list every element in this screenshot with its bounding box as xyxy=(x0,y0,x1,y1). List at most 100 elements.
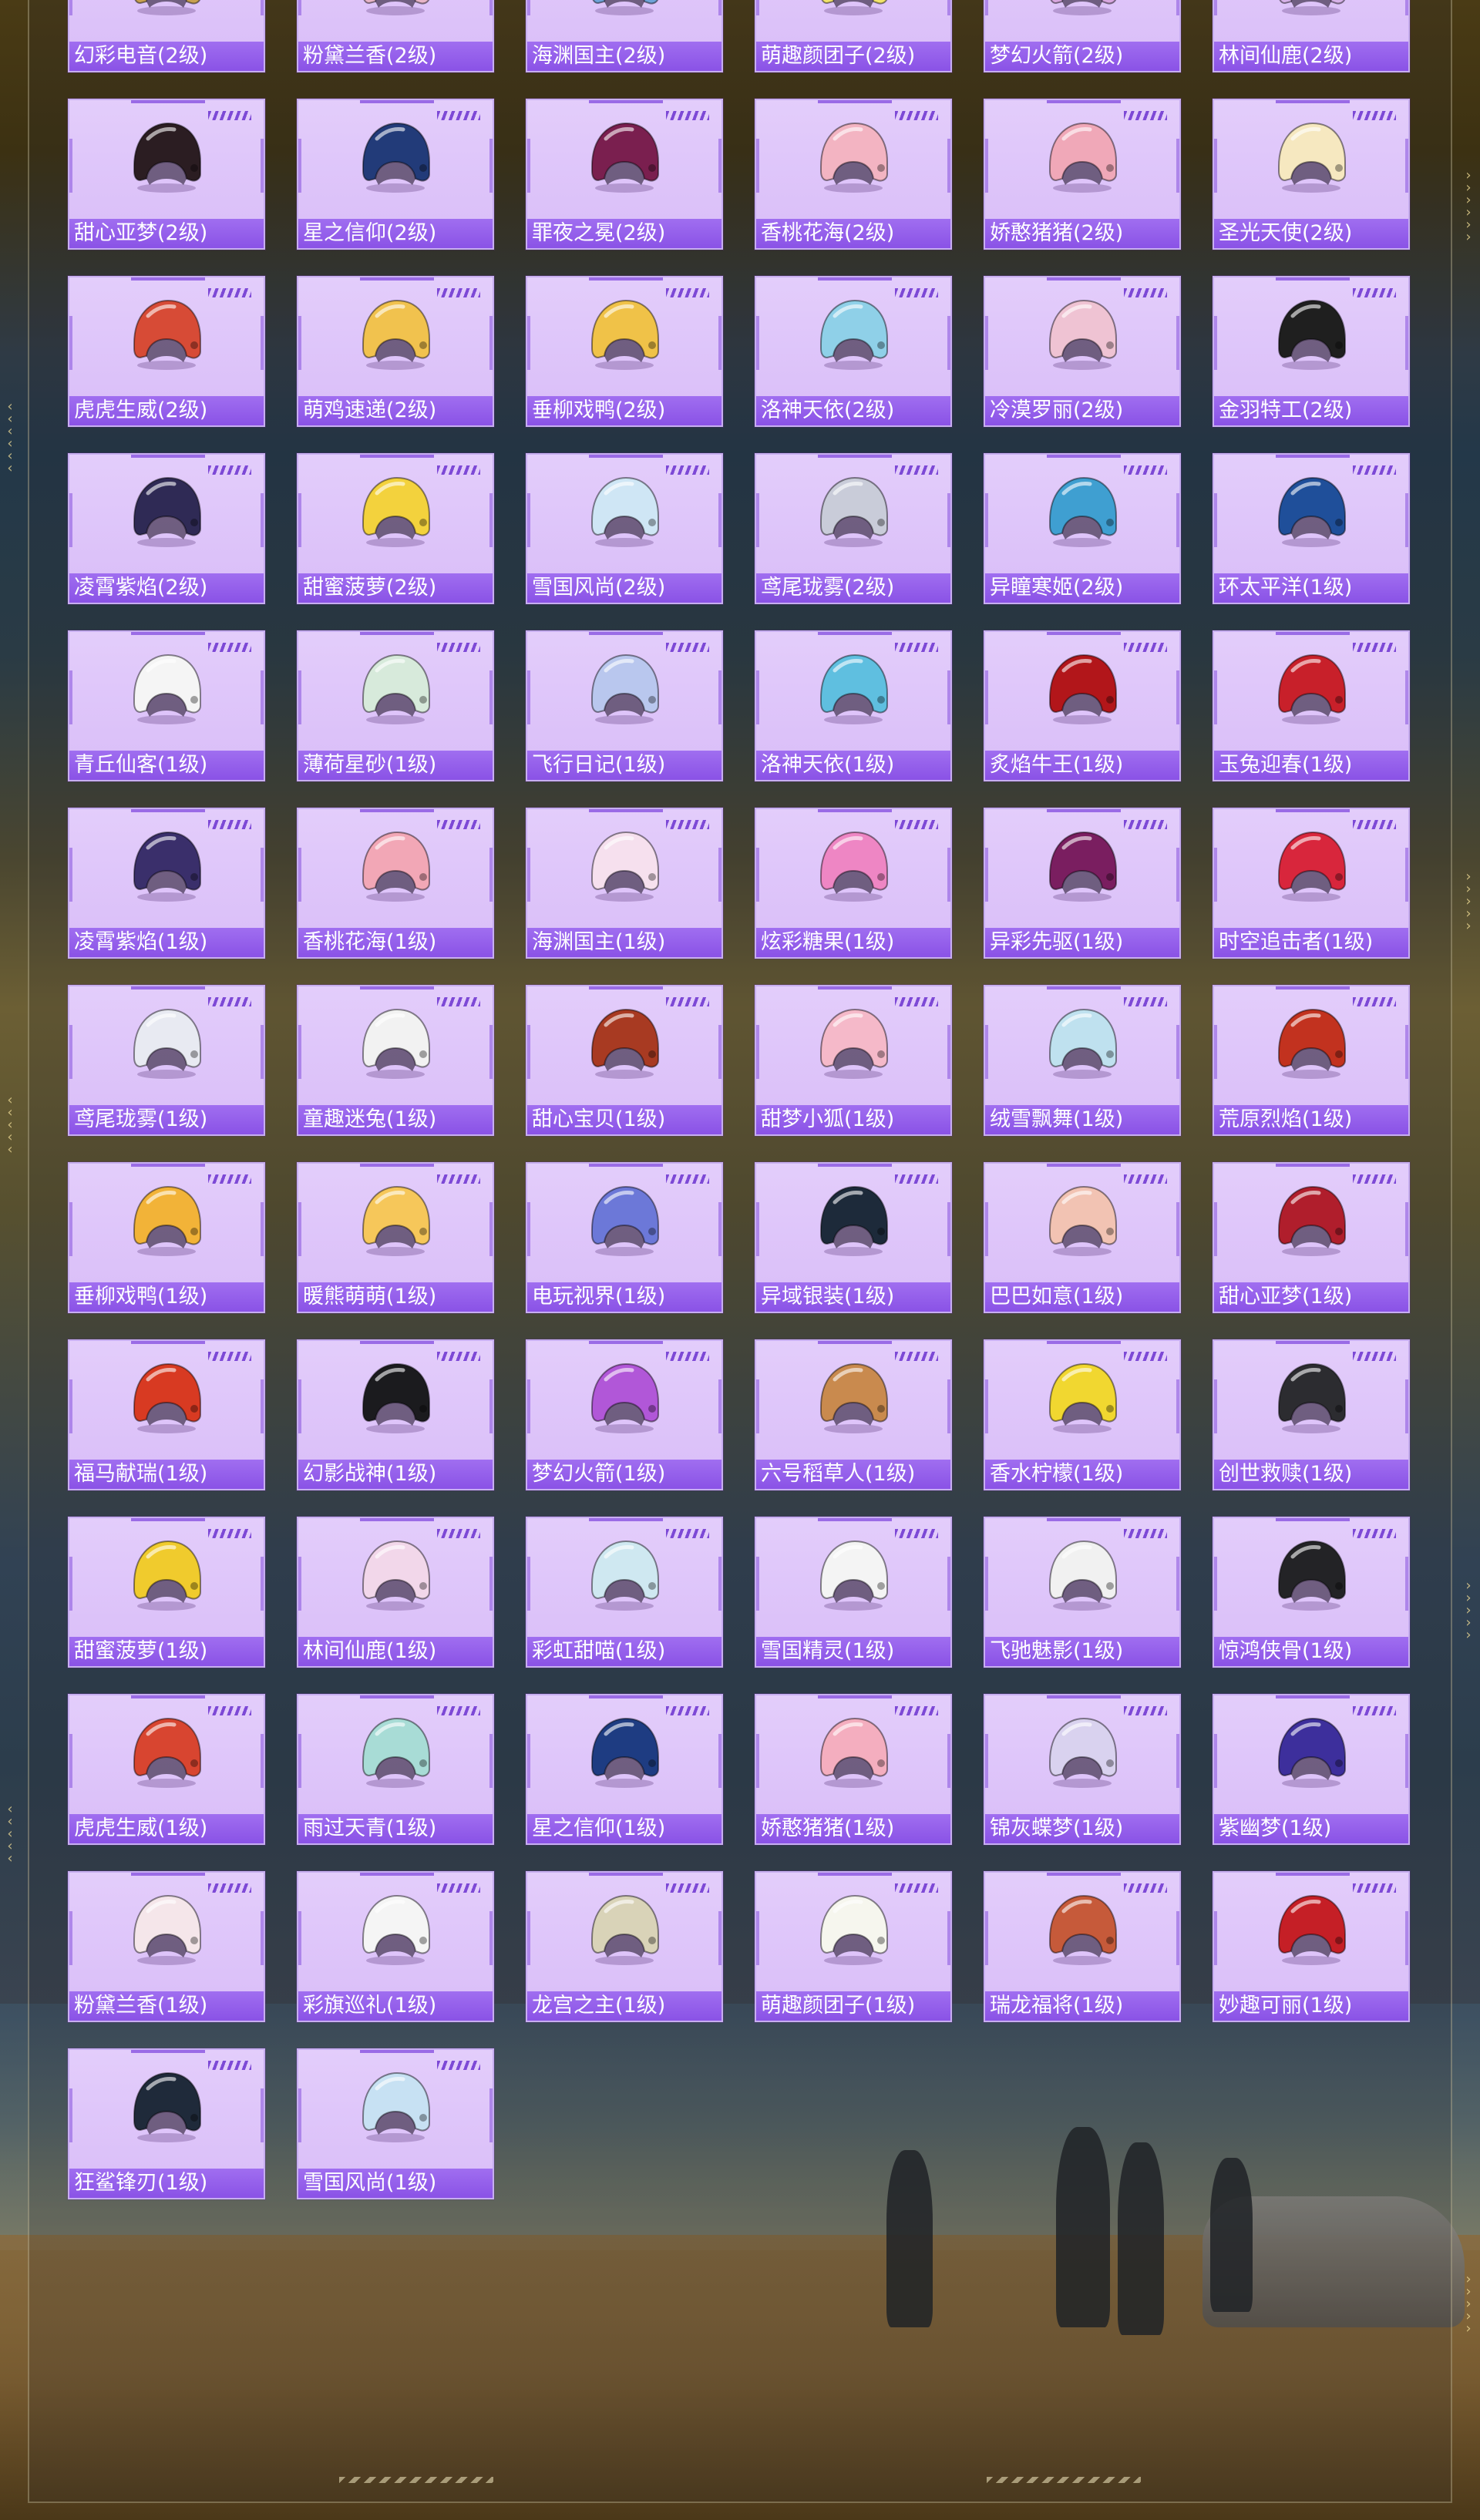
helmet-card[interactable]: 雨过天青(1级) xyxy=(297,1694,494,1845)
helmet-card[interactable]: 娇憨猪猪(1级) xyxy=(755,1694,952,1845)
helmet-card[interactable]: 薄荷星砂(1级) xyxy=(297,630,494,781)
helmet-name-label: 冷漠罗丽(2级) xyxy=(985,396,1179,425)
helmet-card[interactable]: 虎虎生威(1级) xyxy=(68,1694,265,1845)
card-top-tab xyxy=(1276,277,1350,281)
helmet-card[interactable]: 娇憨猪猪(2级) xyxy=(984,99,1181,250)
helmet-card[interactable]: 龙宫之主(1级) xyxy=(526,1871,723,2022)
helmet-card[interactable]: 萌趣颜团子(1级) xyxy=(755,1871,952,2022)
helmet-card[interactable]: 甜蜜菠萝(2级) xyxy=(297,453,494,604)
helmet-card[interactable]: 甜梦小狐(1级) xyxy=(755,985,952,1136)
tier-stripes-icon xyxy=(437,1529,480,1538)
helmet-icon xyxy=(1265,291,1357,376)
helmet-card[interactable]: 萌鸡速递(2级) xyxy=(297,276,494,427)
helmet-card[interactable]: 海渊国主(2级) xyxy=(526,0,723,72)
helmet-name-label: 雨过天青(1级) xyxy=(298,1814,493,1843)
helmet-card[interactable]: 垂柳戏鸭(1级) xyxy=(68,1162,265,1313)
tier-stripes-icon xyxy=(666,820,709,829)
helmet-card[interactable]: 罪夜之冕(2级) xyxy=(526,99,723,250)
helmet-card[interactable]: 星之信仰(1级) xyxy=(526,1694,723,1845)
helmet-card[interactable]: 狂鲨锋刃(1级) xyxy=(68,2048,265,2199)
helmet-card[interactable]: 幻影战神(1级) xyxy=(297,1339,494,1490)
helmet-card[interactable]: 异域银装(1级) xyxy=(755,1162,952,1313)
helmet-card[interactable]: 雪国风尚(2级) xyxy=(526,453,723,604)
card-top-tab xyxy=(1276,986,1350,990)
helmet-icon xyxy=(1036,114,1128,199)
helmet-card[interactable]: 青丘仙客(1级) xyxy=(68,630,265,781)
helmet-card[interactable]: 林间仙鹿(1级) xyxy=(297,1517,494,1668)
helmet-card[interactable]: 香桃花海(1级) xyxy=(297,808,494,959)
card-top-tab xyxy=(589,100,663,103)
helmet-card[interactable]: 洛神天依(1级) xyxy=(755,630,952,781)
card-top-tab xyxy=(360,455,434,458)
helmet-card[interactable]: 香桃花海(2级) xyxy=(755,99,952,250)
helmet-card[interactable]: 幻彩电音(2级) xyxy=(68,0,265,72)
helmet-card[interactable]: 海渊国主(1级) xyxy=(526,808,723,959)
helmet-card[interactable]: 彩虹甜喵(1级) xyxy=(526,1517,723,1668)
helmet-card[interactable]: 粉黛兰香(2级) xyxy=(297,0,494,72)
helmet-card[interactable]: 福马献瑞(1级) xyxy=(68,1339,265,1490)
card-top-tab xyxy=(360,1873,434,1876)
helmet-card[interactable]: 电玩视界(1级) xyxy=(526,1162,723,1313)
helmet-name-label: 彩旗巡礼(1级) xyxy=(298,1991,493,2021)
helmet-card[interactable]: 童趣迷兔(1级) xyxy=(297,985,494,1136)
helmet-card[interactable]: 甜心宝贝(1级) xyxy=(526,985,723,1136)
helmet-card[interactable]: 暖熊萌萌(1级) xyxy=(297,1162,494,1313)
helmet-card[interactable]: 垂柳戏鸭(2级) xyxy=(526,276,723,427)
tier-stripes-icon xyxy=(895,1174,938,1184)
helmet-card[interactable]: 冷漠罗丽(2级) xyxy=(984,276,1181,427)
helmet-card[interactable]: 洛神天依(2级) xyxy=(755,276,952,427)
helmet-card[interactable]: 星之信仰(2级) xyxy=(297,99,494,250)
card-top-tab xyxy=(818,1695,892,1698)
helmet-card[interactable]: 萌趣颜团子(2级) xyxy=(755,0,952,72)
helmet-icon xyxy=(120,1355,213,1440)
helmet-card[interactable]: 异彩先驱(1级) xyxy=(984,808,1181,959)
card-top-tab xyxy=(360,1695,434,1698)
helmet-card[interactable]: 甜蜜菠萝(1级) xyxy=(68,1517,265,1668)
helmet-card[interactable]: 炙焰牛王(1级) xyxy=(984,630,1181,781)
helmet-card[interactable]: 异瞳寒姬(2级) xyxy=(984,453,1181,604)
helmet-card[interactable]: 时空追击者(1级) xyxy=(1213,808,1410,959)
helmet-card[interactable]: 甜心亚梦(1级) xyxy=(1213,1162,1410,1313)
card-top-tab xyxy=(131,1518,205,1521)
helmet-card[interactable]: 雪国风尚(1级) xyxy=(297,2048,494,2199)
tier-stripes-icon xyxy=(437,643,480,652)
helmet-card[interactable]: 绒雪飘舞(1级) xyxy=(984,985,1181,1136)
helmet-card[interactable]: 虎虎生威(2级) xyxy=(68,276,265,427)
helmet-icon xyxy=(1036,1887,1128,1971)
helmet-card[interactable]: 飞驰魅影(1级) xyxy=(984,1517,1181,1668)
helmet-name-label: 金羽特工(2级) xyxy=(1214,396,1408,425)
card-top-tab xyxy=(818,986,892,990)
helmet-card[interactable]: 粉黛兰香(1级) xyxy=(68,1871,265,2022)
helmet-card[interactable]: 荒原烈焰(1级) xyxy=(1213,985,1410,1136)
helmet-card[interactable]: 锦灰蝶梦(1级) xyxy=(984,1694,1181,1845)
helmet-card[interactable]: 林间仙鹿(2级) xyxy=(1213,0,1410,72)
helmet-card[interactable]: 梦幻火箭(2级) xyxy=(984,0,1181,72)
helmet-card[interactable]: 圣光天使(2级) xyxy=(1213,99,1410,250)
helmet-card[interactable]: 紫幽梦(1级) xyxy=(1213,1694,1410,1845)
helmet-card[interactable]: 凌霄紫焰(2级) xyxy=(68,453,265,604)
helmet-card[interactable]: 甜心亚梦(2级) xyxy=(68,99,265,250)
helmet-card[interactable]: 妙趣可丽(1级) xyxy=(1213,1871,1410,2022)
helmet-card[interactable]: 环太平洋(1级) xyxy=(1213,453,1410,604)
helmet-name-label: 海渊国主(1级) xyxy=(527,928,722,957)
helmet-card[interactable]: 彩旗巡礼(1级) xyxy=(297,1871,494,2022)
helmet-card[interactable]: 炫彩糖果(1级) xyxy=(755,808,952,959)
helmet-card[interactable]: 鸢尾珑雾(2级) xyxy=(755,453,952,604)
helmet-card[interactable]: 金羽特工(2级) xyxy=(1213,276,1410,427)
helmet-card[interactable]: 六号稻草人(1级) xyxy=(755,1339,952,1490)
helmet-card[interactable]: 创世救赎(1级) xyxy=(1213,1339,1410,1490)
helmet-card[interactable]: 凌霄紫焰(1级) xyxy=(68,808,265,959)
helmet-card[interactable]: 梦幻火箭(1级) xyxy=(526,1339,723,1490)
helmet-icon xyxy=(1036,646,1128,731)
tier-stripes-icon xyxy=(437,997,480,1006)
helmet-card[interactable]: 雪国精灵(1级) xyxy=(755,1517,952,1668)
helmet-card[interactable]: 玉兔迎春(1级) xyxy=(1213,630,1410,781)
helmet-card[interactable]: 巴巴如意(1级) xyxy=(984,1162,1181,1313)
helmet-card[interactable]: 鸢尾珑雾(1级) xyxy=(68,985,265,1136)
helmet-icon xyxy=(578,1178,671,1262)
helmet-card[interactable]: 瑞龙福将(1级) xyxy=(984,1871,1181,2022)
helmet-icon xyxy=(349,646,442,731)
helmet-card[interactable]: 香水柠檬(1级) xyxy=(984,1339,1181,1490)
helmet-card[interactable]: 飞行日记(1级) xyxy=(526,630,723,781)
helmet-card[interactable]: 惊鸿侠骨(1级) xyxy=(1213,1517,1410,1668)
